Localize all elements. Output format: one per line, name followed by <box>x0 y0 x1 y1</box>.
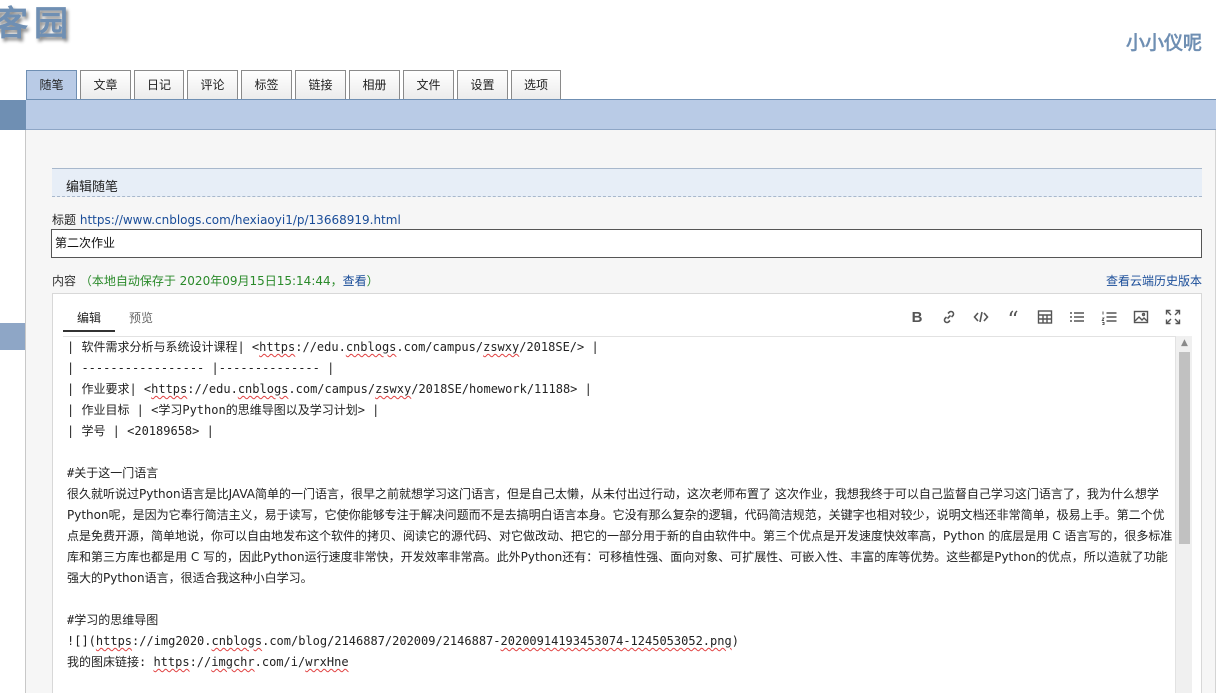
post-url-link[interactable]: https://www.cnblogs.com/hexiaoyi1/p/1366… <box>80 213 401 227</box>
username[interactable]: 小小仪呢 <box>1126 28 1202 55</box>
tab-bar <box>26 99 1216 130</box>
numbered-list-icon[interactable] <box>1093 306 1125 328</box>
title-label: 标题 <box>52 213 77 227</box>
section-title: 编辑随笔 <box>66 180 119 195</box>
content-label: 内容 <box>52 274 77 288</box>
main-tabs: 随笔 文章 日记 评论 标签 链接 相册 文件 设置 选项 <box>26 70 564 100</box>
section-header: 编辑随笔 <box>52 168 1202 197</box>
scroll-thumb[interactable] <box>1179 352 1190 544</box>
fullscreen-icon[interactable] <box>1157 306 1189 328</box>
left-accent-top <box>0 100 26 130</box>
bullet-list-icon[interactable] <box>1061 306 1093 328</box>
image-icon[interactable] <box>1125 306 1157 328</box>
editor-tab-preview[interactable]: 预览 <box>115 302 167 332</box>
content-row: 内容 （本地自动保存于 2020年09月15日15:14:44，查看） <box>52 272 379 289</box>
editor-toolbar: B “ <box>901 306 1189 332</box>
editor-textarea[interactable]: | 软件需求分析与系统设计课程| <https://edu.cnblogs.co… <box>63 336 1175 693</box>
editor-line: | 作业要求| <https://edu.cnblogs.com/campus/… <box>67 382 592 396</box>
tab-posts[interactable]: 随笔 <box>26 70 77 100</box>
tab-files[interactable]: 文件 <box>403 70 454 100</box>
editor-tabs: 编辑 预览 <box>63 302 167 332</box>
right-divider <box>1215 130 1216 693</box>
editor-line: | 学号 | <20189658> | <box>67 424 214 438</box>
markdown-editor: 编辑 预览 B “ | 软件需求分析与系统设计课程| <https://edu.… <box>52 293 1202 693</box>
editor-line-seg: https <box>259 340 296 354</box>
cloud-history-link[interactable]: 查看云端历史版本 <box>1106 272 1202 289</box>
scroll-up-arrow-icon[interactable]: ▲ <box>1176 336 1193 350</box>
autosave-suffix: ） <box>366 274 379 288</box>
tab-options[interactable]: 选项 <box>511 70 561 100</box>
tab-comments[interactable]: 评论 <box>187 70 238 100</box>
quote-icon[interactable]: “ <box>997 306 1029 332</box>
editor-line: | ----------------- |-------------- | <box>67 361 335 375</box>
editor-line: | 作业目标 | <学习Python的思维导图以及学习计划> | <box>67 403 380 417</box>
title-input[interactable]: 第二次作业 <box>51 229 1202 258</box>
left-accent-bottom <box>0 323 26 350</box>
site-logo: 客园 <box>0 4 74 44</box>
tab-tags[interactable]: 标签 <box>241 70 292 100</box>
editor-line: 我的图床链接: https://imgchr.com/i/wrxHne <box>67 655 349 669</box>
editor-scrollbar[interactable]: ▲ <box>1175 336 1192 693</box>
editor-line: #关于这一门语言 <box>67 466 159 480</box>
title-row: 标题 https://www.cnblogs.com/hexiaoyi1/p/1… <box>52 211 401 228</box>
autosave-prefix: （本地自动保存于 2020年09月15日15:14:44， <box>79 274 343 288</box>
editor-line: #学习的思维导图 <box>67 613 159 627</box>
link-icon[interactable] <box>933 306 965 328</box>
bold-icon[interactable]: B <box>901 306 933 328</box>
editor-line: ![](https://img2020.cnblogs.com/blog/214… <box>67 634 739 648</box>
tab-diary[interactable]: 日记 <box>134 70 184 100</box>
table-icon[interactable] <box>1029 306 1061 328</box>
editor-tab-edit[interactable]: 编辑 <box>63 302 116 332</box>
code-icon[interactable] <box>965 306 997 328</box>
tab-settings[interactable]: 设置 <box>457 70 508 100</box>
editor-line: | 软件需求分析与系统设计课程| <https://edu.cnblogs.co… <box>67 340 599 354</box>
tab-articles[interactable]: 文章 <box>80 70 131 100</box>
tab-albums[interactable]: 相册 <box>349 70 400 100</box>
autosave-view-link[interactable]: 查看 <box>343 274 367 288</box>
editor-paragraph: 很久就听说过Python语言是比JAVA简单的一门语言，很早之前就想学习这门语言… <box>67 487 1173 585</box>
tab-links[interactable]: 链接 <box>295 70 346 100</box>
